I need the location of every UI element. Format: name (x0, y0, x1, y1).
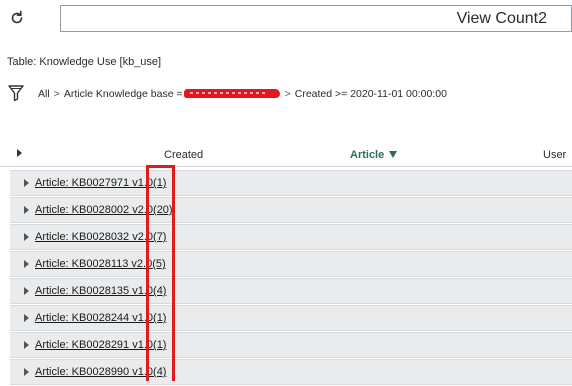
group-row-link[interactable]: Article: KB0028113 v2.0(5) (35, 258, 166, 270)
breadcrumb-knowledge-base[interactable]: Article Knowledge base = (64, 88, 281, 100)
breadcrumb-created-filter[interactable]: Created >= 2020-11-01 00:00:00 (295, 88, 447, 100)
group-label: Article: KB0027971 v1.0 (35, 177, 154, 189)
expand-all-icon[interactable] (17, 149, 22, 157)
group-row[interactable]: Article: KB0028113 v2.0(5) (10, 251, 572, 277)
expand-group-icon[interactable] (24, 314, 29, 322)
list-title: View Count2 (456, 10, 547, 27)
group-row-link[interactable]: Article: KB0028032 v2.0(7) (35, 231, 166, 243)
refresh-icon (11, 10, 23, 24)
group-row[interactable]: Article: KB0027971 v1.0(1) (10, 170, 572, 196)
table-label: Table: Knowledge Use [kb_use] (7, 56, 162, 68)
breadcrumb: All > Article Knowledge base = > Created… (38, 88, 447, 100)
group-row-link[interactable]: Article: KB0028135 v1.0(4) (35, 285, 166, 297)
column-header-article-label: Article (350, 149, 385, 161)
redaction-mark (183, 89, 280, 98)
expand-group-icon[interactable] (24, 206, 29, 214)
column-header-article[interactable]: Article (350, 149, 398, 161)
funnel-icon[interactable] (8, 84, 24, 102)
refresh-button[interactable] (8, 9, 26, 27)
group-row-link[interactable]: Article: KB0027971 v1.0(1) (35, 177, 166, 189)
group-label: Article: KB0028990 v1.0 (35, 366, 154, 378)
expand-group-icon[interactable] (24, 260, 29, 268)
group-row[interactable]: Article: KB0028032 v2.0(7) (10, 224, 572, 250)
group-count: (5) (152, 258, 166, 270)
group-row-link[interactable]: Article: KB0028244 v1.0(1) (35, 312, 166, 324)
group-count: (20) (153, 204, 173, 216)
group-label: Article: KB0028244 v1.0 (35, 312, 154, 324)
breadcrumb-knowledge-base-label: Article Knowledge base = (63, 88, 183, 100)
breadcrumb-all[interactable]: All (38, 88, 50, 100)
group-row-link[interactable]: Article: KB0028990 v1.0(4) (35, 366, 166, 378)
group-row[interactable]: Article: KB0028244 v1.0(1) (10, 305, 572, 331)
expand-group-icon[interactable] (24, 287, 29, 295)
expand-group-icon[interactable] (24, 368, 29, 376)
column-header-user[interactable]: User (543, 149, 566, 161)
group-count: (1) (153, 177, 167, 189)
group-count: (1) (153, 339, 167, 351)
expand-group-icon[interactable] (24, 341, 29, 349)
group-row[interactable]: Article: KB0028002 v2.0(20) (10, 197, 572, 223)
list-title-bar: View Count2 (60, 5, 572, 32)
group-row[interactable]: Article: KB0028135 v1.0(4) (10, 278, 572, 304)
group-label: Article: KB0028113 v2.0 (35, 258, 153, 270)
group-row[interactable]: Article: KB0028990 v1.0(4) (10, 359, 572, 385)
breadcrumb-separator: > (284, 88, 291, 100)
group-label: Article: KB0028002 v2.0 (35, 204, 154, 216)
group-count: (4) (153, 366, 167, 378)
group-label: Article: KB0028135 v1.0 (35, 285, 154, 297)
expand-group-icon[interactable] (24, 233, 29, 241)
group-label: Article: KB0028032 v2.0 (35, 231, 154, 243)
column-header-row: Created Article User (0, 143, 572, 167)
expand-group-icon[interactable] (24, 179, 29, 187)
group-list: Article: KB0027971 v1.0(1) Article: KB002… (10, 170, 572, 386)
group-count: (4) (153, 285, 167, 297)
breadcrumb-separator: > (53, 88, 60, 100)
group-count: (1) (153, 312, 167, 324)
group-row-link[interactable]: Article: KB0028002 v2.0(20) (35, 204, 173, 216)
group-row-link[interactable]: Article: KB0028291 v1.0(1) (35, 339, 166, 351)
group-label: Article: KB0028291 v1.0 (35, 339, 154, 351)
sort-descending-icon (389, 151, 398, 158)
group-row[interactable]: Article: KB0028291 v1.0(1) (10, 332, 572, 358)
column-header-created[interactable]: Created (164, 149, 203, 161)
group-count: (7) (153, 231, 167, 243)
